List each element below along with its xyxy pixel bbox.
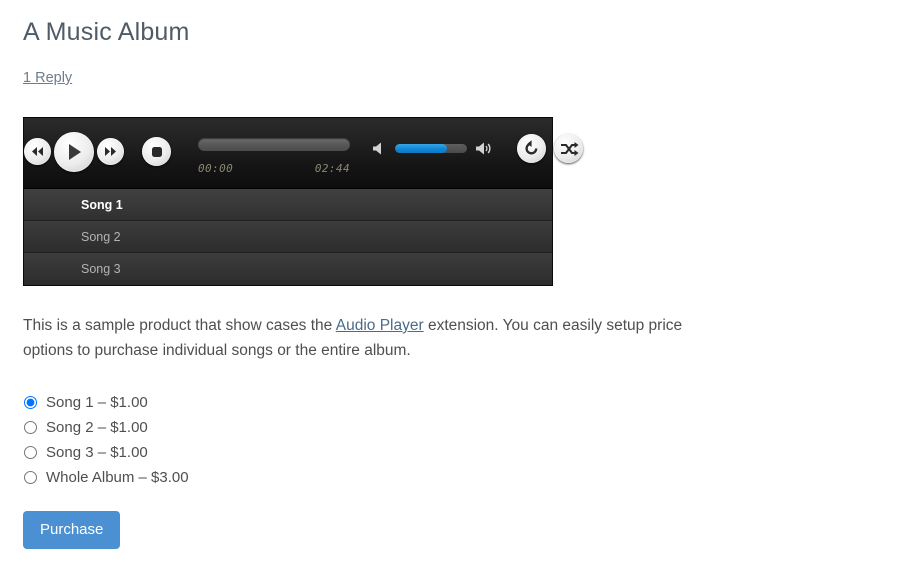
stop-button[interactable]	[142, 137, 171, 166]
playlist-item[interactable]: Song 2	[24, 221, 552, 253]
track-title: Song 3	[81, 262, 121, 276]
audio-player-link[interactable]: Audio Player	[336, 317, 424, 334]
option-radio-song-1[interactable]	[24, 396, 37, 409]
total-time: 02:44	[314, 162, 350, 175]
option-label: Whole Album – $3.00	[46, 469, 189, 486]
rewind-button[interactable]	[24, 138, 51, 165]
option-row[interactable]: Whole Album – $3.00	[23, 465, 917, 490]
description-part1: This is a sample product that show cases…	[23, 317, 336, 334]
fast-forward-button[interactable]	[97, 138, 124, 165]
shuffle-icon	[560, 141, 578, 156]
playlist-item[interactable]: Song 3	[24, 253, 552, 285]
current-time: 00:00	[198, 162, 234, 175]
volume-area	[372, 141, 495, 156]
option-radio-song-2[interactable]	[24, 421, 37, 434]
option-row[interactable]: Song 2 – $1.00	[23, 415, 917, 440]
play-icon	[69, 144, 81, 160]
track-title: Song 2	[81, 229, 121, 244]
mode-buttons	[517, 134, 583, 163]
option-label: Song 2 – $1.00	[46, 419, 148, 436]
play-button[interactable]	[54, 132, 94, 172]
progress-bar[interactable]	[198, 138, 350, 151]
progress-area: 00:00 02:44	[198, 138, 350, 175]
option-label: Song 1 – $1.00	[46, 394, 148, 411]
option-radio-whole-album[interactable]	[24, 471, 37, 484]
option-radio-song-3[interactable]	[24, 446, 37, 459]
reply-link[interactable]: 1 Reply	[23, 70, 72, 86]
reply-wrap: 1 Reply	[23, 69, 917, 87]
rewind-icon	[32, 147, 43, 156]
fast-forward-icon	[105, 147, 116, 156]
option-row[interactable]: Song 1 – $1.00	[23, 390, 917, 415]
playlist: Song 1 Song 2 Song 3	[24, 188, 552, 285]
repeat-button[interactable]	[517, 134, 546, 163]
stop-icon	[151, 146, 162, 157]
audio-player: 00:00 02:44 Song 1 Song 2 Song 3	[23, 117, 583, 286]
volume-down-icon[interactable]	[372, 141, 387, 156]
option-label: Song 3 – $1.00	[46, 444, 148, 461]
page-title: A Music Album	[23, 18, 190, 46]
volume-up-icon[interactable]	[475, 141, 495, 156]
product-description: This is a sample product that show cases…	[23, 313, 713, 363]
option-row[interactable]: Song 3 – $1.00	[23, 440, 917, 465]
track-title: Song 1	[81, 197, 123, 212]
purchase-button[interactable]: Purchase	[23, 511, 121, 549]
volume-slider[interactable]	[395, 144, 467, 153]
volume-fill	[395, 144, 447, 153]
shuffle-button[interactable]	[554, 134, 583, 163]
repeat-icon	[525, 140, 538, 155]
player-controls: 00:00 02:44	[24, 118, 583, 188]
transport-controls	[24, 132, 171, 172]
time-row: 00:00 02:44	[198, 162, 350, 175]
price-options: Song 1 – $1.00 Song 2 – $1.00 Song 3 – $…	[23, 390, 917, 490]
post-page: A Music Album 1 Reply 00:00 02:44 Song 1…	[0, 0, 917, 549]
playlist-item[interactable]: Song 1	[24, 189, 552, 221]
